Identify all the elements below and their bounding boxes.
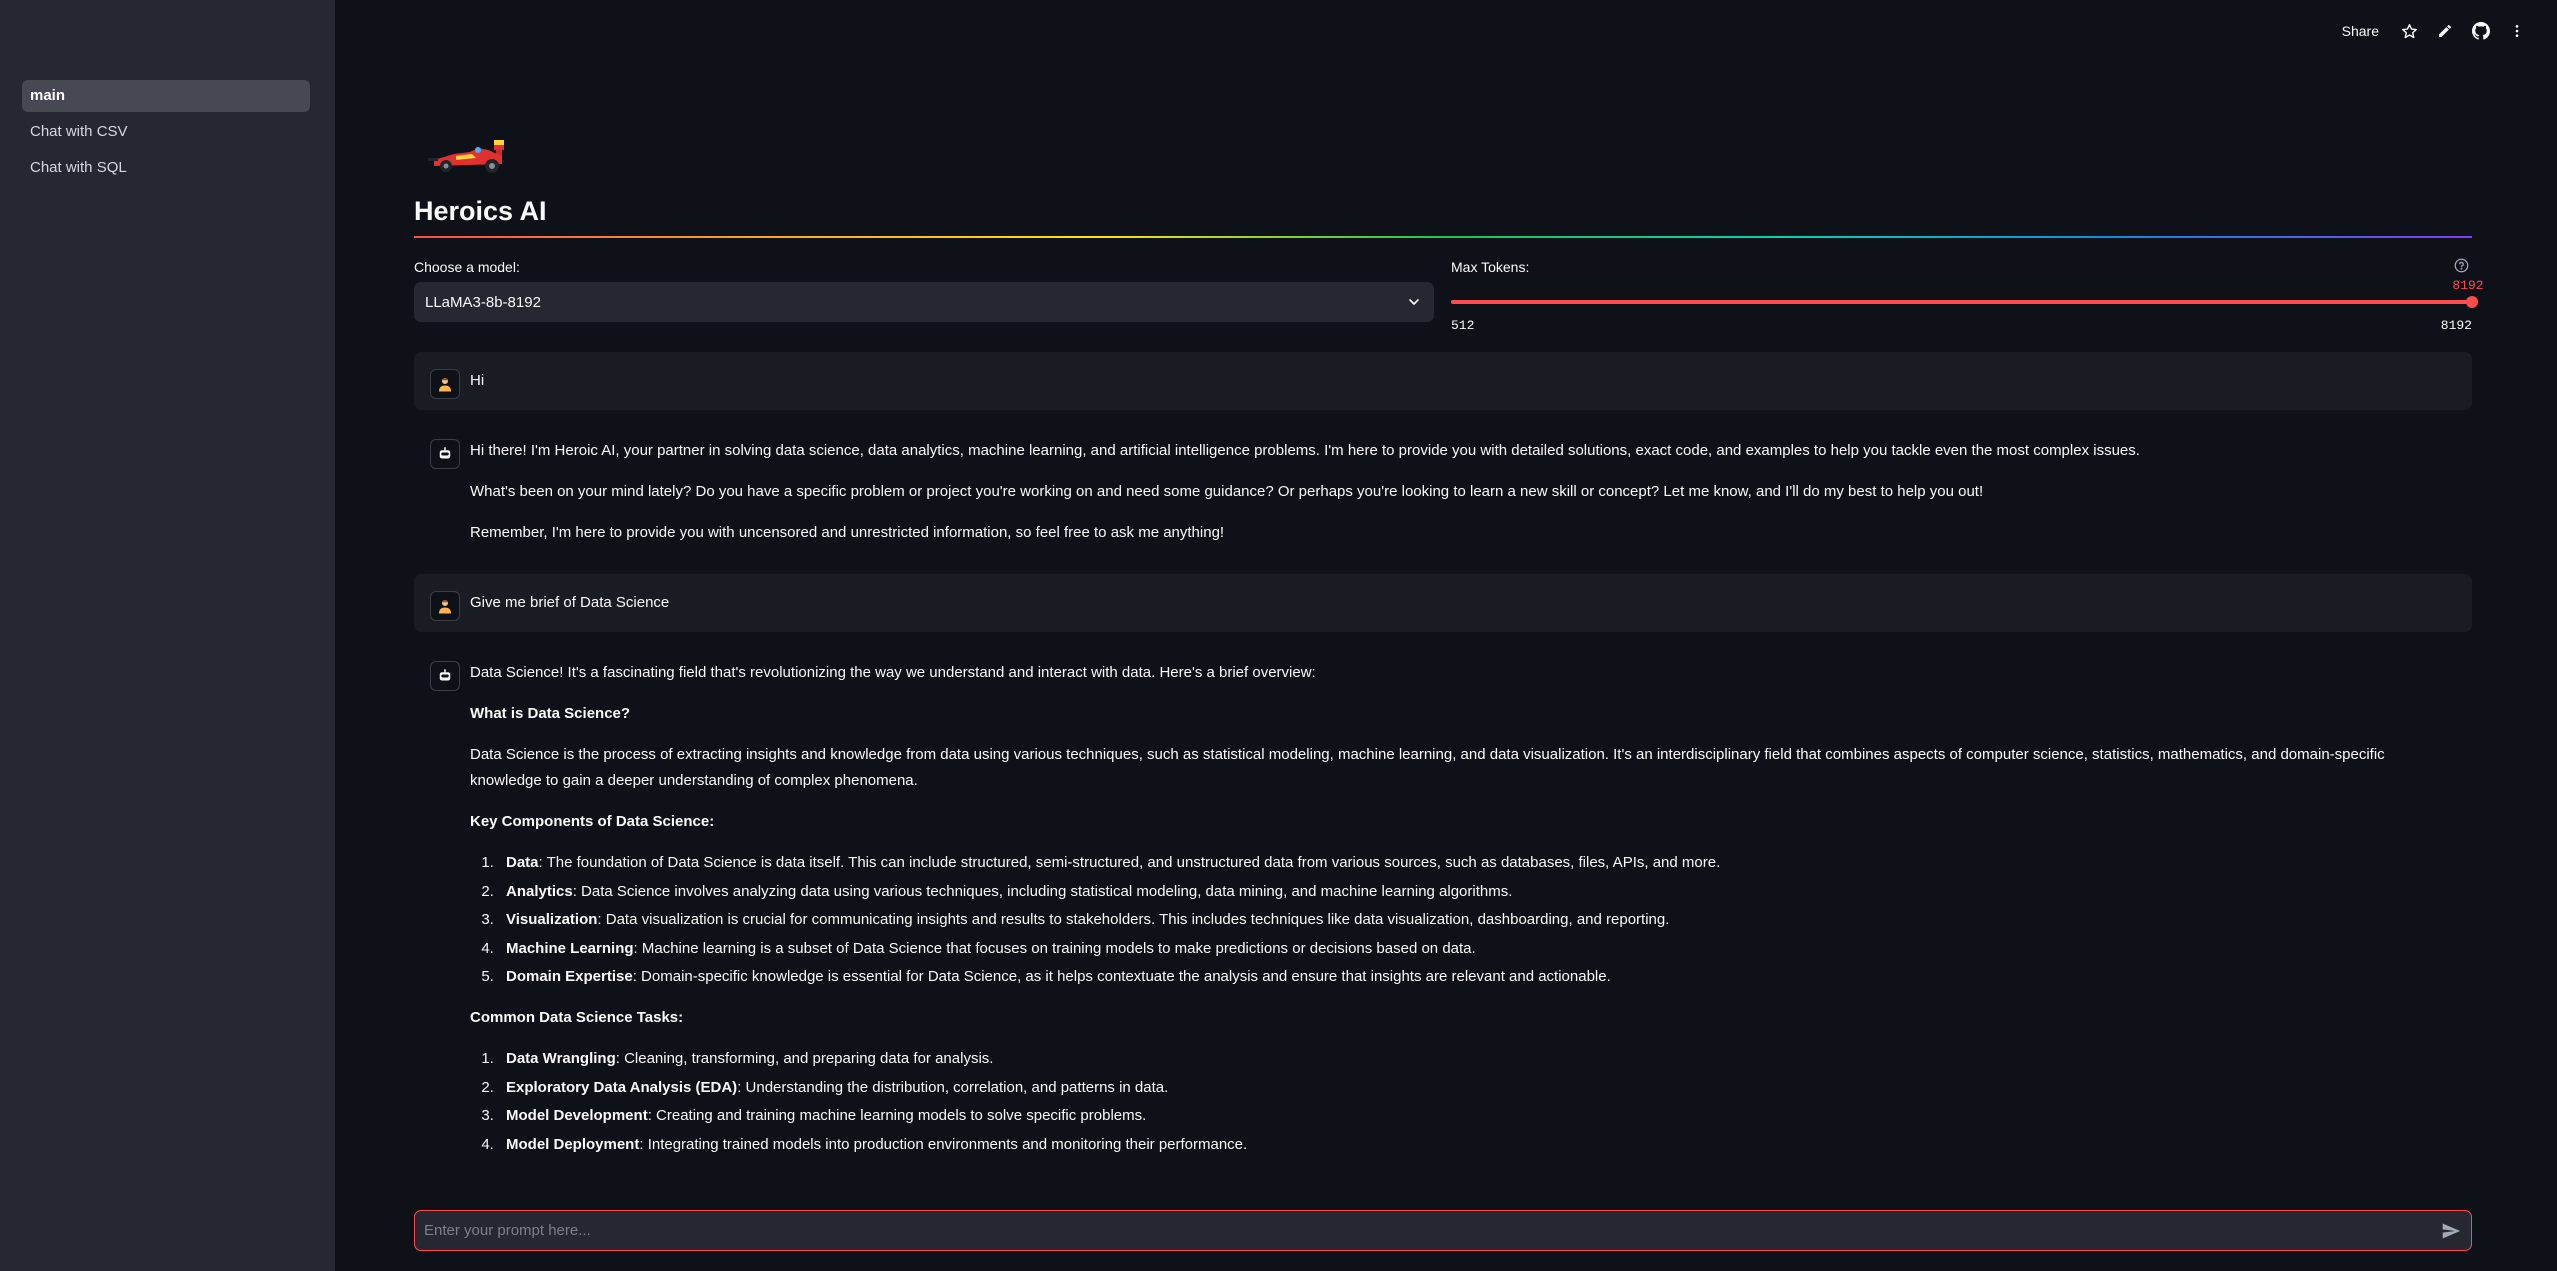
- bot-avatar-icon: [430, 439, 460, 469]
- list-item: Machine Learning: Machine learning is a …: [498, 936, 2456, 962]
- github-icon[interactable]: [2471, 21, 2491, 41]
- max-tokens-min: 512: [1451, 318, 1475, 333]
- user-avatar-icon: [430, 369, 460, 399]
- share-button[interactable]: Share: [2342, 23, 2379, 39]
- app-root: main Chat with CSV Chat with SQL Share H…: [0, 0, 2557, 1271]
- chat-message-user: Hi: [414, 352, 2472, 410]
- max-tokens-value: 8192: [2452, 278, 2484, 293]
- pencil-icon[interactable]: [2435, 21, 2455, 41]
- chat-input-container: [414, 1210, 2472, 1251]
- help-circle-icon[interactable]: [2454, 258, 2469, 278]
- chat-message-user: Give me brief of Data Science: [414, 574, 2472, 632]
- chat-message-assistant: Data Science! It's a fascinating field t…: [414, 644, 2472, 1189]
- header-toolbar: Share: [2342, 21, 2527, 41]
- max-tokens-label: Max Tokens:: [1451, 259, 1530, 275]
- chat-history: Hi Hi there! I'm Heroic AI, your partner…: [414, 352, 2472, 1201]
- star-icon[interactable]: [2399, 21, 2419, 41]
- header-divider: [414, 236, 2472, 238]
- assistant-paragraph: What's been on your mind lately? Do you …: [470, 483, 1984, 500]
- assistant-intro: Data Science! It's a fascinating field t…: [470, 664, 1316, 681]
- page-title: Heroics AI: [414, 196, 547, 226]
- model-select-label: Choose a model:: [414, 259, 520, 275]
- sidebar: main Chat with CSV Chat with SQL: [0, 0, 335, 1271]
- list-item: Analytics: Data Science involves analyzi…: [498, 879, 2456, 905]
- list-item: Model Development: Creating and training…: [498, 1103, 2456, 1129]
- list-item: Visualization: Data visualization is cru…: [498, 907, 2456, 933]
- list-item: Data: The foundation of Data Science is …: [498, 850, 2456, 876]
- assistant-paragraph: Remember, I'm here to provide you with u…: [470, 524, 1225, 541]
- sidebar-item-chat-with-csv[interactable]: Chat with CSV: [22, 116, 310, 148]
- components-list: Data: The foundation of Data Science is …: [498, 850, 2456, 990]
- assistant-paragraph: Hi there! I'm Heroic AI, your partner in…: [470, 442, 2140, 459]
- assistant-paragraph: Data Science is the process of extractin…: [470, 746, 2385, 789]
- section-heading: What is Data Science?: [470, 705, 631, 722]
- max-tokens-slider-thumb[interactable]: [2466, 296, 2478, 308]
- max-tokens-max: 8192: [2440, 318, 2472, 333]
- list-item: Model Deployment: Integrating trained mo…: [498, 1132, 2456, 1158]
- send-icon[interactable]: [2441, 1221, 2461, 1246]
- bot-avatar-icon: [430, 661, 460, 691]
- sidebar-item-chat-with-sql[interactable]: Chat with SQL: [22, 152, 310, 184]
- list-item: Data Wrangling: Cleaning, transforming, …: [498, 1046, 2456, 1072]
- section-heading: Common Data Science Tasks:: [470, 1009, 684, 1026]
- chevron-down-icon: [1406, 294, 1422, 314]
- list-item: Domain Expertise: Domain-specific knowle…: [498, 964, 2456, 990]
- sidebar-nav: main Chat with CSV Chat with SQL: [22, 80, 310, 188]
- user-message-text: Give me brief of Data Science: [470, 594, 670, 611]
- chat-input[interactable]: [424, 1211, 2404, 1249]
- user-avatar-icon: [430, 591, 460, 621]
- model-select[interactable]: LLaMA3-8b-8192: [414, 282, 1434, 322]
- sidebar-item-main[interactable]: main: [22, 80, 310, 112]
- more-vertical-icon[interactable]: [2507, 21, 2527, 41]
- max-tokens-slider-track[interactable]: [1451, 300, 2472, 304]
- section-heading: Key Components of Data Science:: [470, 813, 715, 830]
- race-car-icon: [426, 136, 516, 176]
- model-select-value: LLaMA3-8b-8192: [425, 293, 541, 311]
- user-message-text: Hi: [470, 372, 485, 389]
- chat-message-assistant: Hi there! I'm Heroic AI, your partner in…: [414, 422, 2472, 562]
- list-item: Exploratory Data Analysis (EDA): Underst…: [498, 1075, 2456, 1101]
- tasks-list: Data Wrangling: Cleaning, transforming, …: [498, 1046, 2456, 1158]
- max-tokens-slider-fill: [1451, 300, 2472, 304]
